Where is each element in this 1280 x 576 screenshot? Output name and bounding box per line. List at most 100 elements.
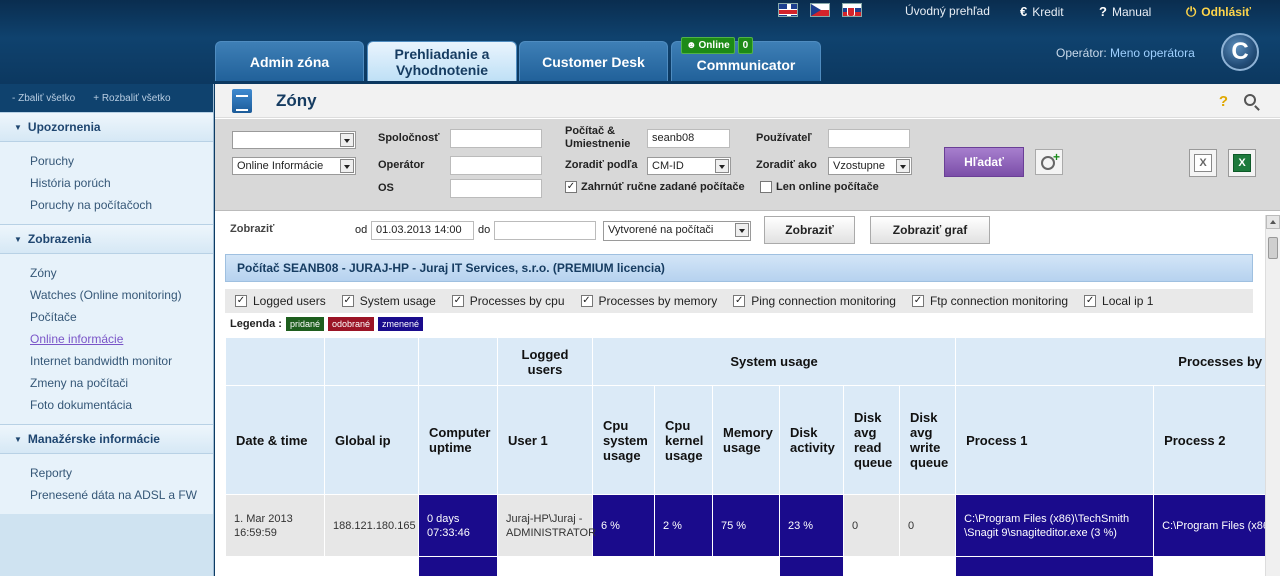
checkbox-checked-icon[interactable]: ✓	[451, 295, 464, 307]
user-input[interactable]	[828, 129, 910, 148]
group-header-processes-cpu: Processes by cpu	[955, 337, 1280, 386]
sort-as-select[interactable]: Vzostupne	[828, 157, 912, 175]
cell-date: 1. Mar 2013 16:59:59	[225, 494, 325, 557]
toggle-local-ip[interactable]: ✓ Local ip 1	[1084, 294, 1153, 308]
scroll-thumb[interactable]	[1268, 237, 1278, 259]
overview-link[interactable]: Úvodný prehľad	[905, 4, 990, 18]
cell-empty	[592, 556, 655, 576]
cell-changed	[955, 556, 1155, 576]
col-date-time[interactable]: Date & time	[225, 385, 325, 495]
col-disk-read-queue[interactable]: Disk avg read queue	[843, 385, 900, 495]
cell-empty	[1153, 556, 1280, 576]
legend-removed: odobrané	[327, 317, 375, 331]
toggle-ftp-monitoring[interactable]: ✓ Ftp connection monitoring	[911, 294, 1068, 308]
checkbox-checked-icon[interactable]: ✓	[235, 295, 247, 307]
company-input[interactable]	[450, 129, 542, 148]
sidebar-item-computers[interactable]: Počítače	[30, 306, 213, 328]
expand-all-link[interactable]: + Rozbaliť všetko	[93, 93, 170, 104]
col-disk-write-queue[interactable]: Disk avg write queue	[898, 385, 957, 495]
operator-name[interactable]: Meno operátora	[1110, 46, 1195, 60]
export-excel-old-button[interactable]: X	[1189, 149, 1217, 177]
sidebar-item-fault-history[interactable]: História porúch	[30, 172, 213, 194]
sidebar-section-management[interactable]: ▼ Manažérske informácie	[0, 424, 213, 454]
cell-empty	[843, 556, 900, 576]
sidebar-item-photo-docs[interactable]: Foto dokumentácia	[30, 394, 213, 416]
tab-admin-zone[interactable]: Admin zóna	[215, 41, 364, 81]
group-header-system-usage: System usage	[591, 337, 957, 386]
checkbox-checked-icon[interactable]: ✓	[341, 295, 354, 307]
to-date-input[interactable]	[494, 221, 596, 240]
os-label: OS	[378, 182, 394, 194]
sidebar-section-alerts[interactable]: ▼ Upozornenia	[0, 112, 213, 142]
sidebar-section-views[interactable]: ▼ Zobrazenia	[0, 224, 213, 254]
tab-customer-desk[interactable]: Customer Desk	[519, 41, 668, 81]
sidebar-item-reports[interactable]: Reporty	[30, 462, 213, 484]
manual-link[interactable]: ? Manual	[1099, 4, 1151, 19]
col-memory[interactable]: Memory usage	[712, 385, 780, 495]
sidebar-item-zones[interactable]: Zóny	[30, 262, 213, 284]
col-cpu-system[interactable]: Cpu system usage	[592, 385, 655, 495]
col-global-ip[interactable]: Global ip	[324, 385, 419, 495]
sidebar-item-faults[interactable]: Poruchy	[30, 150, 213, 172]
tab-browse-evaluate[interactable]: Prehliadanie a Vyhodnotenie	[367, 41, 517, 81]
logout-link[interactable]: ⏻ Odhlásiť	[1186, 4, 1251, 20]
sidebar-item-online-info[interactable]: Online informácie	[30, 328, 213, 350]
col-uptime[interactable]: Computer uptime	[418, 385, 498, 495]
flag-czech-icon[interactable]	[810, 3, 830, 17]
export-excel-button[interactable]: X	[1228, 149, 1256, 177]
checkbox-checked-icon[interactable]: ✓	[911, 295, 924, 307]
collapse-all-link[interactable]: - Zbaliť všetko	[12, 93, 75, 104]
sidebar-list-alerts: Poruchy História porúch Poruchy na počít…	[0, 142, 213, 224]
computer-input[interactable]: seanb08	[647, 129, 730, 148]
col-disk-activity[interactable]: Disk activity	[779, 385, 844, 495]
col-process-1[interactable]: Process 1	[955, 385, 1155, 495]
cell-empty	[898, 556, 957, 576]
sidebar-item-transferred-data[interactable]: Prenesené dáta na ADSL a FW	[30, 484, 213, 506]
toggle-processes-cpu[interactable]: ✓ Processes by cpu	[451, 294, 565, 308]
checkbox-checked-icon[interactable]: ✓	[1084, 295, 1097, 307]
sidebar-item-changes[interactable]: Zmeny na počítači	[30, 372, 213, 394]
os-input[interactable]	[450, 179, 542, 198]
advanced-search-icon[interactable]	[1035, 149, 1063, 175]
date-type-select[interactable]: Vytvorené na počítači	[603, 221, 751, 241]
toggle-system-usage[interactable]: ✓ System usage	[341, 294, 436, 308]
checkbox-empty-icon[interactable]	[760, 181, 772, 193]
checkbox-checked-icon[interactable]: ✓	[733, 295, 746, 307]
filter-select-1[interactable]	[232, 131, 356, 149]
computer-label: Počítač & Umiestnenie	[565, 125, 631, 150]
credit-link[interactable]: € Kredit	[1020, 4, 1064, 19]
from-date-input[interactable]: 01.03.2013 14:00	[371, 221, 474, 240]
triangle-down-icon: ▼	[14, 434, 22, 444]
show-button[interactable]: Zobraziť	[764, 216, 855, 244]
include-manual-checkbox[interactable]: ✓ Zahrnúť ručne zadané počítače	[565, 181, 745, 193]
col-process-2[interactable]: Process 2	[1153, 385, 1280, 495]
search-icon[interactable]	[1244, 94, 1256, 106]
sidebar-item-watches[interactable]: Watches (Online monitoring)	[30, 284, 213, 306]
vertical-scrollbar[interactable]	[1265, 215, 1280, 576]
show-graph-button[interactable]: Zobraziť graf	[870, 216, 990, 244]
cell-disk: 23 %	[779, 494, 844, 557]
checkbox-checked-icon[interactable]: ✓	[565, 181, 577, 193]
toggle-ping-monitoring[interactable]: ✓ Ping connection monitoring	[733, 294, 896, 308]
help-icon[interactable]: ?	[1219, 93, 1228, 110]
euro-icon: €	[1020, 4, 1028, 19]
sidebar-item-computer-faults[interactable]: Poruchy na počítačoch	[30, 194, 213, 216]
only-online-checkbox[interactable]: Len online počítače	[760, 181, 879, 193]
operator-label: Operátor	[378, 159, 425, 171]
online-badge[interactable]: ☻ Online 0	[681, 37, 754, 54]
col-cpu-kernel[interactable]: Cpu kernel usage	[654, 385, 713, 495]
sort-by-label: Zoradiť podľa	[565, 159, 638, 171]
flag-english-icon[interactable]	[778, 3, 798, 17]
sidebar-item-bandwidth[interactable]: Internet bandwidth monitor	[30, 350, 213, 372]
checkbox-checked-icon[interactable]: ✓	[580, 295, 593, 307]
cell-read-queue: 0	[843, 494, 900, 557]
sort-by-select[interactable]: CM-ID	[647, 157, 731, 175]
toggle-logged-users[interactable]: ✓ Logged users	[235, 294, 326, 308]
filter-view-select[interactable]: Online Informácie	[232, 157, 356, 175]
operator-input[interactable]	[450, 156, 542, 175]
toggle-processes-memory[interactable]: ✓ Processes by memory	[580, 294, 717, 308]
col-user-1[interactable]: User 1	[497, 385, 593, 495]
search-button[interactable]: Hľadať	[944, 147, 1024, 177]
flag-slovak-icon[interactable]	[842, 3, 862, 17]
scroll-up-icon[interactable]	[1266, 215, 1280, 229]
